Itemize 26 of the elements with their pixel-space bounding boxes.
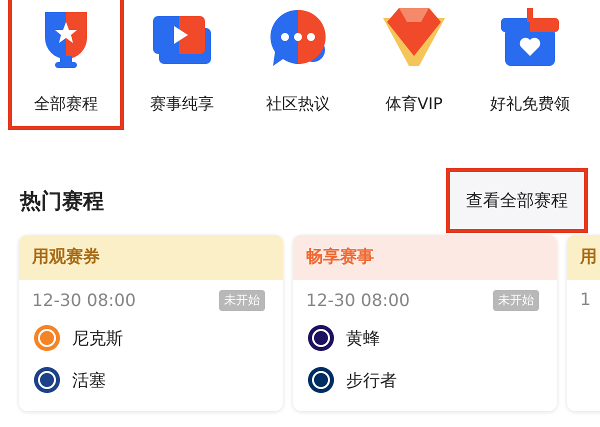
team-name: 尼克斯 xyxy=(72,328,123,350)
status-badge: 未开始 xyxy=(493,290,539,311)
card-header: 畅享赛事 xyxy=(293,235,557,280)
nav-item[interactable]: 赛事纯享 xyxy=(124,0,240,130)
nav-item[interactable]: 全部赛程 xyxy=(8,0,124,130)
match-card[interactable]: 用 1 xyxy=(567,235,600,411)
match-card[interactable]: 用观赛券 12-30 08:00 未开始 尼克斯 活塞 xyxy=(19,235,283,411)
team-name: 黄蜂 xyxy=(346,328,380,350)
card-header: 用观赛券 xyxy=(19,235,283,280)
nav-item[interactable]: 好礼免费领 xyxy=(472,0,588,130)
team-logo-icon xyxy=(306,365,336,395)
match-time: 1 xyxy=(580,290,591,310)
view-all-link[interactable]: 查看全部赛程 xyxy=(446,168,588,233)
team-name: 活塞 xyxy=(72,370,106,392)
status-badge: 未开始 xyxy=(219,290,265,311)
match-time: 12-30 08:00 xyxy=(32,290,136,310)
section-title: 热门赛程 xyxy=(20,188,104,214)
match-time: 12-30 08:00 xyxy=(306,290,410,310)
nav-item[interactable]: 体育VIP xyxy=(356,0,472,130)
team-name: 步行者 xyxy=(346,370,397,392)
team-logo-icon xyxy=(32,365,62,395)
match-card[interactable]: 畅享赛事 12-30 08:00 未开始 黄蜂 步行者 xyxy=(293,235,557,411)
nav-item[interactable]: 社区热议 xyxy=(240,0,356,130)
card-header: 用 xyxy=(567,235,600,280)
team-logo-icon xyxy=(306,323,336,353)
team-logo-icon xyxy=(32,323,62,353)
